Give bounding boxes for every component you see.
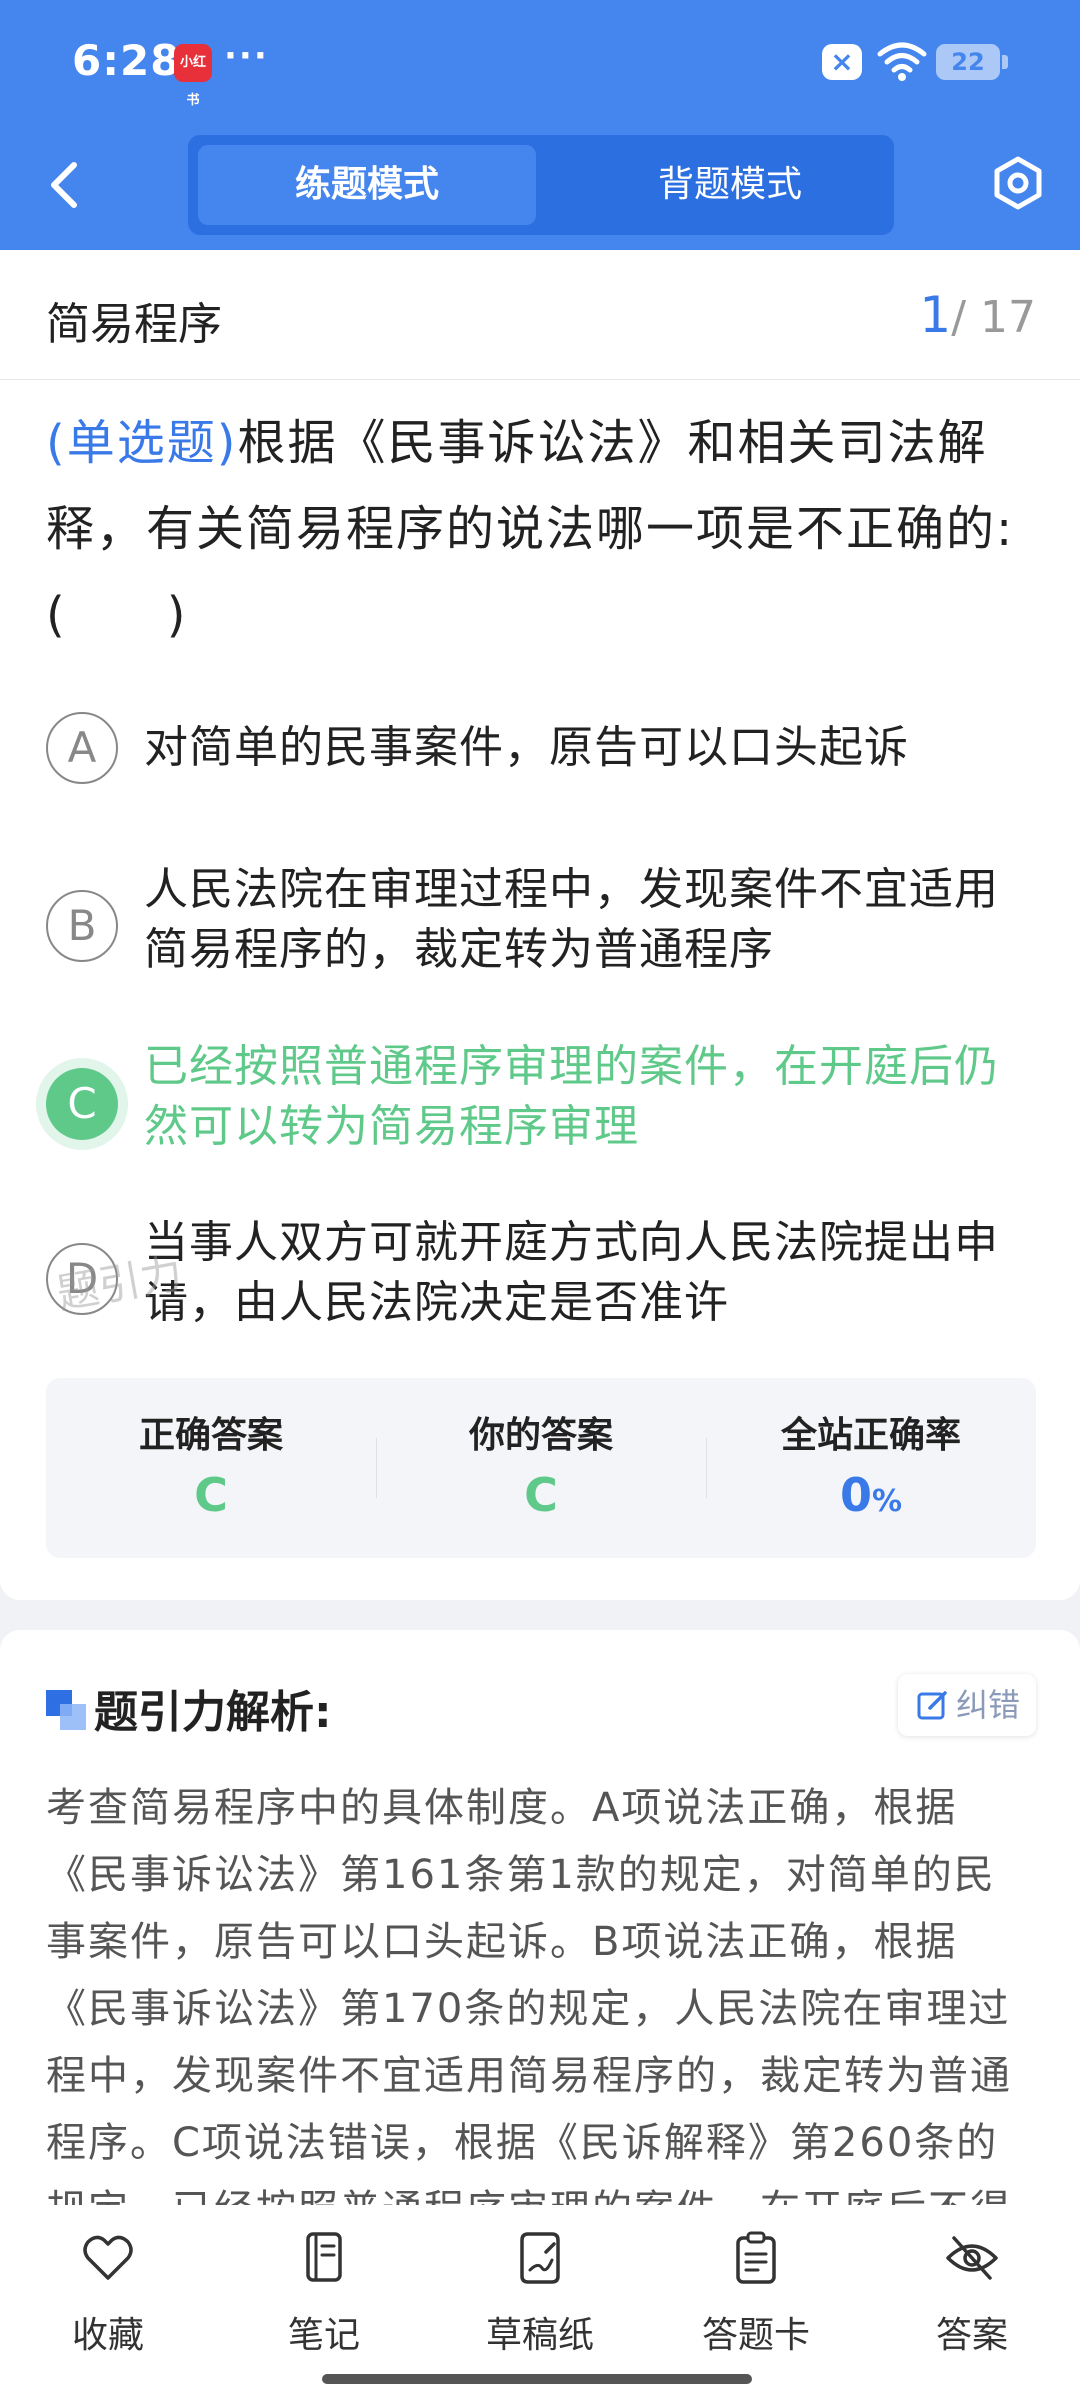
battery-icon: 22 [936, 44, 1008, 80]
question-stem: (单选题)根据《民事诉讼法》和相关司法解释，有关简易程序的说法哪一项是不正确的:… [46, 400, 1036, 658]
signal-off-icon: × [822, 44, 862, 80]
question-type: (单选题) [46, 415, 238, 471]
correct-answer-col: 正确答案 C [46, 1378, 376, 1558]
xiaohongshu-notification-icon: 小红书 [174, 44, 212, 108]
total-questions: / 17 [951, 292, 1036, 343]
bottom-toolbar: 收藏 笔记 草稿纸 答题卡 答案 [0, 2210, 1080, 2400]
edit-icon [917, 1691, 947, 1720]
mode-switch: 练题模式 背题模式 [188, 135, 894, 235]
accuracy-unit: % [871, 1484, 903, 1519]
option-text: 已经按照普通程序审理的案件，在开庭后仍然可以转为简易程序审理 [144, 1041, 999, 1152]
option-text: 当事人双方可就开庭方式向人民法院提出申请，由人民法院决定是否准许 [144, 1217, 999, 1328]
current-question-number: 1 [919, 286, 952, 344]
analysis-squares-icon [46, 1690, 86, 1730]
more-notifications-icon: ··· [224, 36, 269, 76]
nav-label: 收藏 [71, 2315, 144, 2356]
status-bar: 6:28 小红书 ··· × 22 [0, 0, 1080, 125]
correct-answer-value: C [194, 1468, 228, 1522]
nav-answer-card[interactable]: 答题卡 [648, 2230, 864, 2370]
nav-notes[interactable]: 笔记 [216, 2230, 432, 2370]
report-error-button[interactable]: 纠错 [898, 1674, 1036, 1736]
nav-label: 答案 [935, 2315, 1008, 2356]
nav-answer-toggle[interactable]: 答案 [864, 2230, 1080, 2370]
nav-draft[interactable]: 草稿纸 [432, 2230, 648, 2370]
accuracy-col: 全站正确率 0% [706, 1378, 1036, 1558]
report-error-label: 纠错 [956, 1686, 1021, 1724]
question-counter: 1/ 17 [919, 286, 1036, 344]
correct-answer-label: 正确答案 [138, 1415, 283, 1456]
option-letter: A [46, 712, 118, 784]
heart-icon [83, 2235, 133, 2280]
eye-off-icon [946, 2236, 998, 2280]
option-text: 人民法院在审理过程中，发现案件不宜适用简易程序的，裁定转为普通程序 [144, 864, 999, 975]
your-answer-value: C [524, 1468, 558, 1522]
answer-summary: 正确答案 C 你的答案 C 全站正确率 0% [46, 1378, 1036, 1558]
option-letter: C [46, 1068, 118, 1140]
analysis-title: 题引力解析: [94, 1687, 332, 1738]
your-answer-label: 你的答案 [468, 1415, 613, 1456]
option-text: 对简单的民事案件，原告可以口头起诉 [144, 722, 909, 773]
question-card: 简易程序 1/ 17 (单选题)根据《民事诉讼法》和相关司法解释，有关简易程序的… [0, 250, 1080, 1600]
notebook-icon [306, 2232, 342, 2282]
back-arrow-icon[interactable] [40, 155, 90, 215]
tab-practice-mode[interactable]: 练题模式 [198, 145, 536, 225]
section-header: 简易程序 1/ 17 [0, 250, 1080, 380]
settings-hex-icon[interactable] [990, 155, 1046, 211]
your-answer-col: 你的答案 C [376, 1378, 706, 1558]
tab-memorize-mode[interactable]: 背题模式 [558, 145, 902, 225]
nav-label: 答题卡 [701, 2315, 810, 2356]
analysis-text: 考查简易程序中的具体制度。A项说法正确，根据《民事诉讼法》第161条第1款的规定… [46, 1785, 1012, 2205]
accuracy-number: 0 [839, 1468, 872, 1522]
accuracy-value: 0% [706, 1468, 1036, 1522]
accuracy-label: 全站正确率 [780, 1415, 961, 1456]
option-letter: B [46, 890, 118, 962]
section-title: 简易程序 [46, 299, 222, 350]
nav-favorite[interactable]: 收藏 [0, 2230, 216, 2370]
nav-label: 草稿纸 [485, 2315, 594, 2356]
nav-label: 笔记 [287, 2315, 360, 2356]
home-indicator[interactable] [322, 2374, 752, 2384]
wifi-icon [877, 42, 927, 81]
draft-icon [520, 2232, 560, 2284]
status-time: 6:28 [72, 36, 181, 85]
app-header: 6:28 小红书 ··· × 22 练题模式 背题模式 [0, 0, 1080, 250]
answer-card-icon [736, 2231, 776, 2284]
